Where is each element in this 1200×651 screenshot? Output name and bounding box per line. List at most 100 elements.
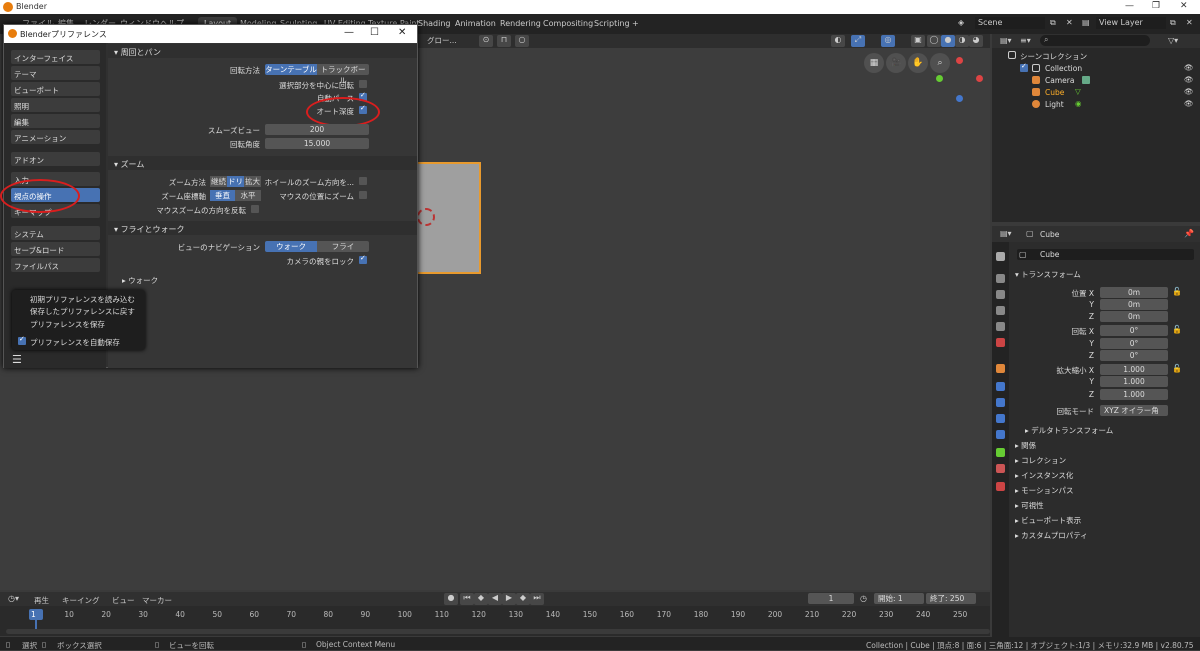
jump-start-icon[interactable]: ⏮ [460,593,474,605]
nav-themes[interactable]: テーマ [11,66,100,80]
scene-selector[interactable]: Scene [975,17,1045,29]
constraints-tab-icon[interactable] [996,430,1005,439]
relations-panel[interactable]: ▸ 関係 [1015,440,1036,451]
prefs-minimize-icon[interactable]: — [344,27,354,38]
view-layer-selector[interactable]: View Layer [1096,17,1166,29]
viewport-display-panel[interactable]: ▸ ビューポート表示 [1015,515,1081,526]
shading-rendered-icon[interactable]: ◕ [969,35,983,47]
revert-prefs-item[interactable]: 保存したプリファレンスに戻す [30,306,135,317]
gizmo-axis-x-icon[interactable] [976,75,983,82]
gizmo-axis-y-icon[interactable] [936,75,943,82]
current-frame-field[interactable]: 1 [808,593,854,604]
rotation-z-field[interactable]: 0° [1100,350,1168,361]
gizmo-axis-neg-z-icon[interactable] [956,95,963,102]
modifier-tab-icon[interactable] [996,382,1005,391]
invert-mouse-zoom-checkbox[interactable] [251,205,259,213]
prev-keyframe-icon[interactable]: ◆ [474,593,488,605]
outliner-search-input[interactable] [1040,35,1150,46]
render-tab-icon[interactable] [996,274,1005,283]
play-reverse-icon[interactable]: ◀ [488,593,502,605]
maximize-icon[interactable]: ❐ [1152,1,1160,11]
location-x-field[interactable]: 0m [1100,287,1168,298]
overlays-toggle-icon[interactable]: ◎ [881,35,895,47]
scale-y-field[interactable]: 1.000 [1100,376,1168,387]
instancing-panel[interactable]: ▸ インスタンス化 [1015,470,1073,481]
camera-toggle-icon[interactable]: 🎥 [886,53,906,73]
outliner-item-collection[interactable]: Collection [1045,64,1082,73]
save-prefs-item[interactable]: プリファレンスを保存 [30,319,105,330]
location-y-field[interactable]: 0m [1100,299,1168,310]
texture-tab-icon[interactable] [996,482,1005,491]
zoom-icon[interactable]: ⌕ [930,53,950,73]
wheel-invert-checkbox[interactable] [359,177,367,185]
nav-animation[interactable]: アニメーション [11,130,100,144]
shading-solid-icon[interactable]: ● [941,35,955,47]
hamburger-menu-icon[interactable]: ☰ [12,353,22,366]
nav-fly-button[interactable]: フライ [317,241,369,252]
transform-panel-header[interactable]: ▾ トランスフォーム [1015,269,1081,280]
camera-view-icon[interactable]: ▦ [864,53,884,73]
view-object-types-icon[interactable]: ◐ [831,35,845,47]
nav-save-load[interactable]: セーブ&ロード [11,242,100,256]
custom-properties-panel[interactable]: ▸ カスタムプロパティ [1015,530,1088,541]
scene-delete-icon[interactable]: ✕ [1066,18,1073,27]
view-layer-delete-icon[interactable]: ✕ [1186,18,1193,27]
motion-paths-panel[interactable]: ▸ モーションパス [1015,485,1074,496]
visibility-eye-icon[interactable]: 👁 [1184,87,1194,96]
material-tab-icon[interactable] [996,464,1005,473]
timeline-scrollbar[interactable] [6,629,990,634]
object-tab-icon[interactable] [996,364,1005,373]
world-tab-icon[interactable] [996,338,1005,347]
panel-fly-walk-header[interactable]: ▾ フライとウォーク [108,221,417,235]
nav-file-paths[interactable]: ファイルパス [11,258,100,272]
menu-view[interactable]: ビュー [112,595,135,606]
visibility-eye-icon[interactable]: 👁 [1184,63,1194,72]
nav-lights[interactable]: 照明 [11,98,100,112]
pan-hand-icon[interactable]: ✋ [908,53,928,73]
lock-camera-checkbox[interactable] [359,254,367,264]
clock-icon[interactable]: ◷ [860,594,867,603]
close-icon[interactable]: ✕ [1180,1,1188,11]
pivot-icon[interactable]: ⊙ [479,35,493,47]
nav-addons[interactable]: アドオン [11,152,100,166]
tool-tab-icon[interactable] [996,252,1005,261]
filter-icon[interactable]: ▽▾ [1168,36,1178,45]
orbit-selection-checkbox[interactable] [359,80,367,88]
rotation-angle-field[interactable]: 15.000 [265,138,369,149]
view-layer-tab-icon[interactable] [996,306,1005,315]
mesh-data-icon[interactable]: ▽ [1075,87,1081,96]
editor-type-icon[interactable]: ◷▾ [8,594,19,603]
rotation-y-field[interactable]: 0° [1100,338,1168,349]
orbit-trackball-button[interactable]: トラックボール [317,64,369,85]
visibility-eye-icon[interactable]: 👁 [1184,75,1194,84]
menu-marker[interactable]: マーカー [142,595,172,606]
visibility-eye-icon[interactable]: 👁 [1184,99,1194,108]
walk-subpanel[interactable]: ▸ ウォーク [122,275,158,286]
zoom-dolly-button[interactable]: ドリ [227,176,244,187]
zoom-to-mouse-checkbox[interactable] [359,191,367,199]
prefs-close-icon[interactable]: ✕ [398,27,406,38]
pin-icon[interactable]: 📌 [1184,229,1194,238]
add-workspace-button[interactable]: + [626,17,645,32]
start-frame-field[interactable]: 開始: 1 [874,593,924,604]
collection-include-checkbox[interactable] [1020,62,1028,72]
scale-x-field[interactable]: 1.000 [1100,364,1168,375]
scene-tab-icon[interactable] [996,322,1005,331]
prefs-maximize-icon[interactable]: ☐ [370,27,379,38]
view-layer-copy-icon[interactable]: ⧉ [1170,18,1176,28]
outliner-item-light[interactable]: Light [1045,100,1064,109]
lock-icon[interactable]: 🔓 [1172,364,1182,373]
nav-viewport[interactable]: ビューポート [11,82,100,96]
panel-orbit-pan-header[interactable]: ▾ 周回とパン [108,44,417,58]
zoom-continue-button[interactable]: 継続 [210,176,227,187]
menu-playback[interactable]: 再生 [34,595,49,606]
end-frame-field[interactable]: 終了: 250 [926,593,976,604]
gizmo-toggle-icon[interactable]: ⤢ [851,35,865,47]
particles-tab-icon[interactable] [996,398,1005,407]
panel-zoom-header[interactable]: ▾ ズーム [108,156,417,170]
jump-end-icon[interactable]: ⏭ [530,593,544,605]
visibility-panel[interactable]: ▸ 可視性 [1015,500,1044,511]
nav-system[interactable]: システム [11,226,100,240]
menu-keying[interactable]: キーイング [62,595,100,606]
editor-type-icon[interactable]: ▤▾ [1000,229,1012,238]
